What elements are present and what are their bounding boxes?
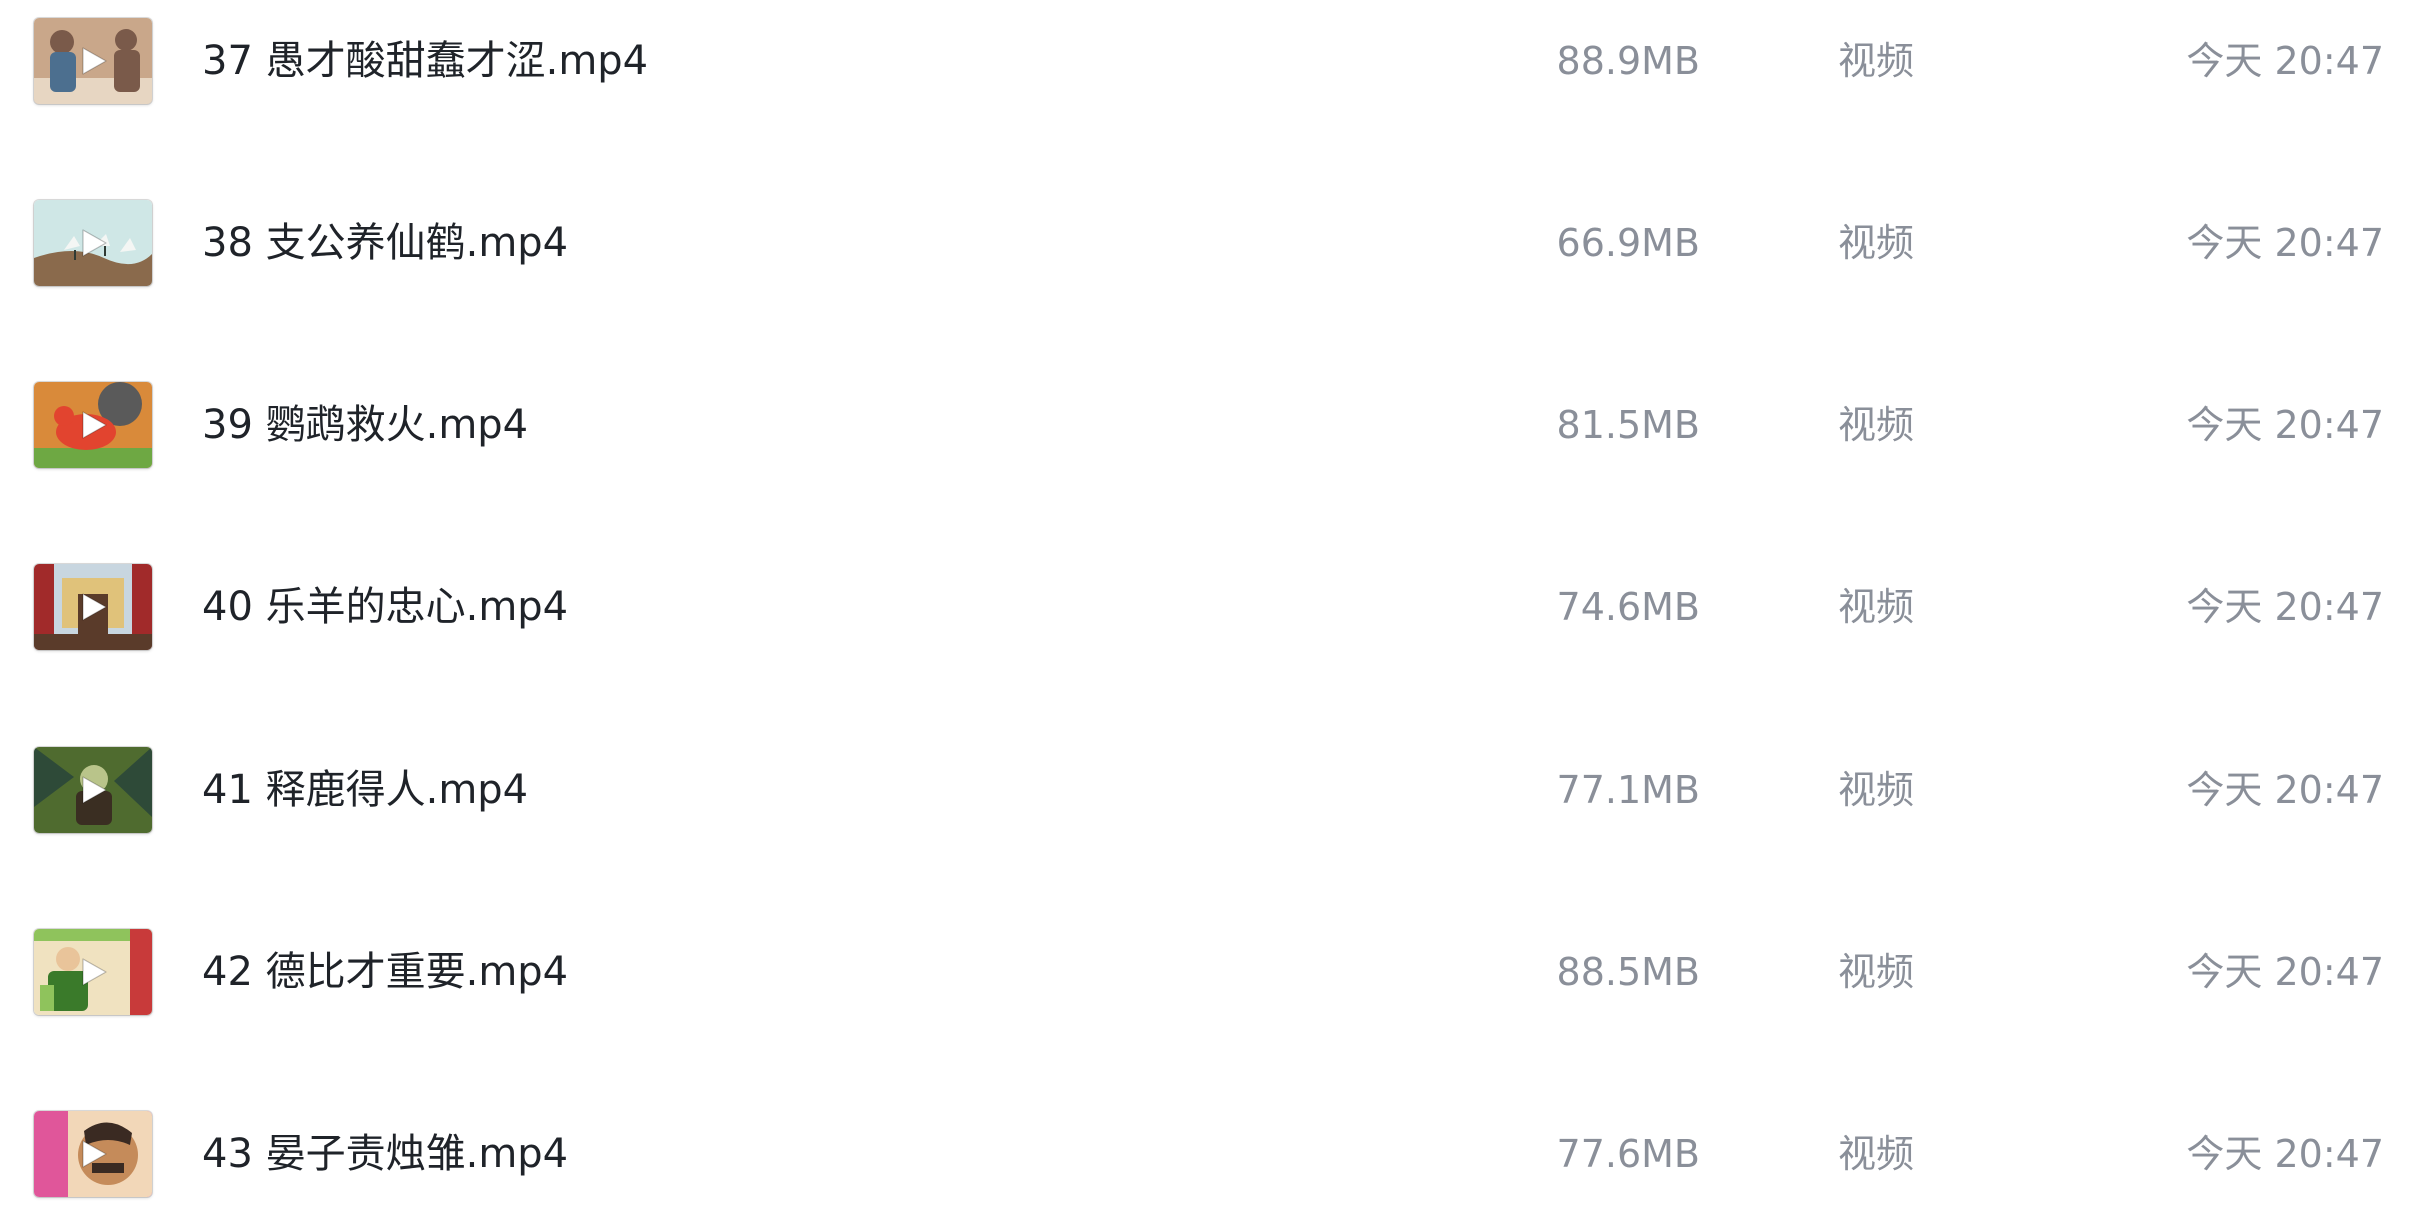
file-name[interactable]: 41 释鹿得人.mp4 — [202, 699, 528, 881]
video-thumbnail-icon[interactable] — [34, 564, 152, 650]
play-icon — [82, 1140, 107, 1168]
file-type: 视频 — [1838, 585, 1915, 629]
file-size: 88.5MB — [1556, 950, 1700, 994]
file-modified-time: 今天 20:47 — [2186, 768, 2384, 812]
file-row[interactable]: 42 德比才重要.mp4 88.5MB 视频 今天 20:47 — [0, 881, 2412, 1063]
file-modified-time: 今天 20:47 — [2186, 585, 2384, 629]
file-name[interactable]: 39 鹦鹉救火.mp4 — [202, 334, 528, 516]
play-icon — [82, 593, 107, 621]
video-thumbnail-icon[interactable] — [34, 200, 152, 286]
file-row[interactable]: 43 晏子责烛雏.mp4 77.6MB 视频 今天 20:47 — [0, 1063, 2412, 1206]
file-name[interactable]: 42 德比才重要.mp4 — [202, 881, 568, 1063]
file-type: 视频 — [1838, 950, 1915, 994]
file-size: 88.9MB — [1556, 39, 1700, 83]
file-row[interactable]: 40 乐羊的忠心.mp4 74.6MB 视频 今天 20:47 — [0, 516, 2412, 698]
file-row[interactable]: 37 愚才酸甜蠢才涩.mp4 88.9MB 视频 今天 20:47 — [0, 0, 2412, 152]
file-size: 66.9MB — [1556, 221, 1700, 265]
file-type: 视频 — [1838, 1132, 1915, 1176]
file-modified-time: 今天 20:47 — [2186, 1132, 2384, 1176]
file-name[interactable]: 37 愚才酸甜蠢才涩.mp4 — [202, 0, 648, 152]
play-icon — [82, 776, 107, 804]
file-modified-time: 今天 20:47 — [2186, 403, 2384, 447]
video-thumbnail-icon[interactable] — [34, 747, 152, 833]
file-type: 视频 — [1838, 39, 1915, 83]
video-thumbnail-icon[interactable] — [34, 1111, 152, 1197]
play-icon — [82, 411, 107, 439]
file-modified-time: 今天 20:47 — [2186, 221, 2384, 265]
file-name[interactable]: 43 晏子责烛雏.mp4 — [202, 1063, 568, 1206]
file-modified-time: 今天 20:47 — [2186, 950, 2384, 994]
file-size: 77.6MB — [1556, 1132, 1700, 1176]
file-row[interactable]: 38 支公养仙鹤.mp4 66.9MB 视频 今天 20:47 — [0, 152, 2412, 334]
file-size: 81.5MB — [1556, 403, 1700, 447]
file-type: 视频 — [1838, 221, 1915, 265]
video-thumbnail-icon[interactable] — [34, 382, 152, 468]
file-row[interactable]: 39 鹦鹉救火.mp4 81.5MB 视频 今天 20:47 — [0, 334, 2412, 516]
video-thumbnail-icon[interactable] — [34, 18, 152, 104]
file-type: 视频 — [1838, 768, 1915, 812]
file-list: 37 愚才酸甜蠢才涩.mp4 88.9MB 视频 今天 20:47 38 支公养仙鹤.… — [0, 0, 2412, 1206]
file-type: 视频 — [1838, 403, 1915, 447]
play-icon — [82, 958, 107, 986]
file-modified-time: 今天 20:47 — [2186, 39, 2384, 83]
file-name[interactable]: 38 支公养仙鹤.mp4 — [202, 152, 568, 334]
file-row[interactable]: 41 释鹿得人.mp4 77.1MB 视频 今天 20:47 — [0, 699, 2412, 881]
video-thumbnail-icon[interactable] — [34, 929, 152, 1015]
file-name[interactable]: 40 乐羊的忠心.mp4 — [202, 516, 568, 698]
file-size: 74.6MB — [1556, 585, 1700, 629]
play-icon — [82, 47, 107, 75]
play-icon — [82, 229, 107, 257]
file-size: 77.1MB — [1556, 768, 1700, 812]
